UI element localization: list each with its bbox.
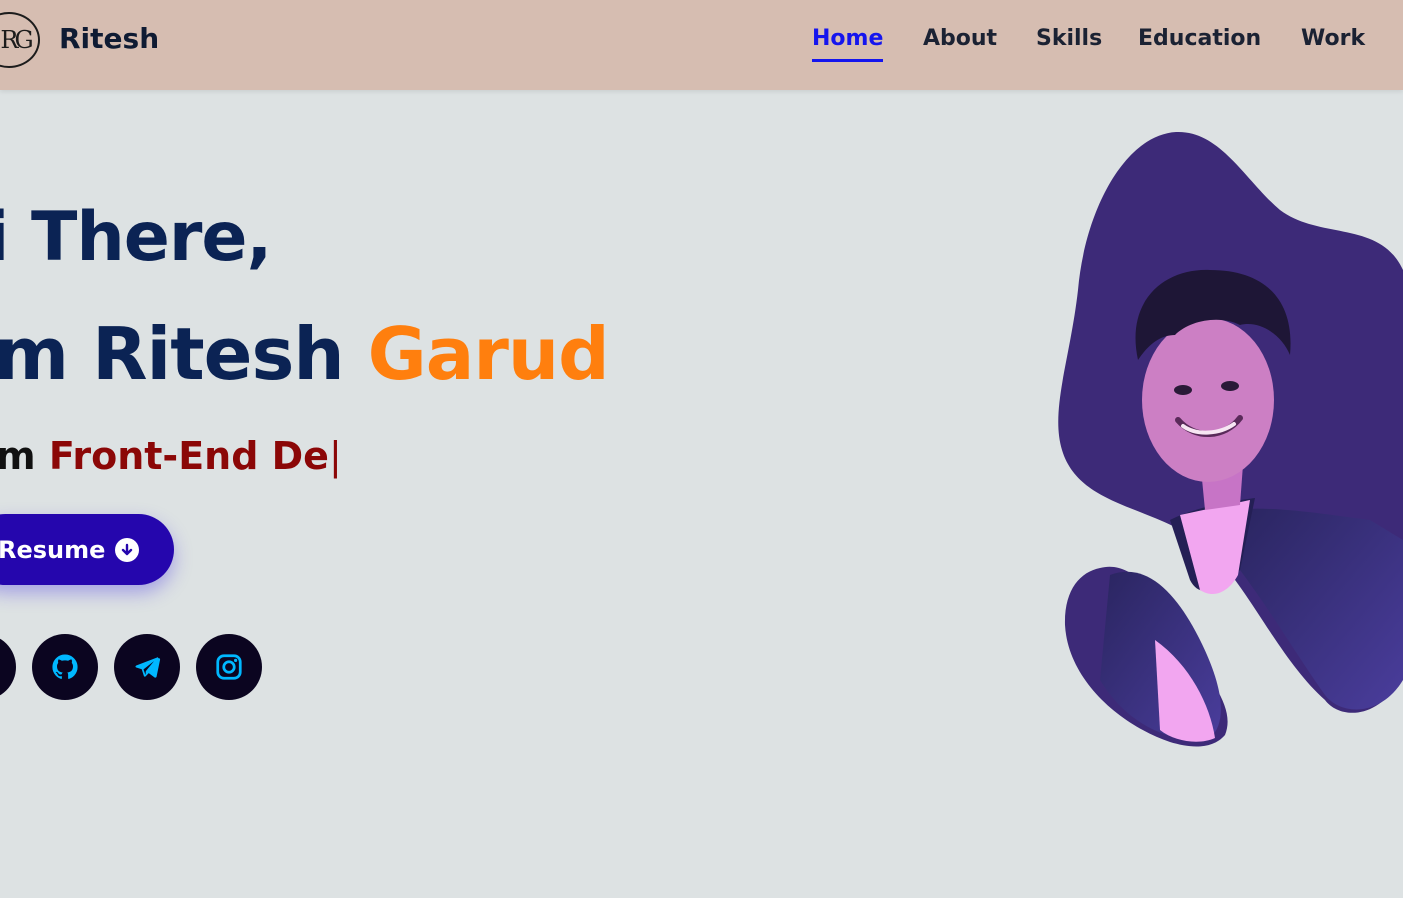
resume-label: Resume xyxy=(0,535,106,564)
instagram-icon[interactable] xyxy=(196,634,262,700)
telegram-icon[interactable] xyxy=(114,634,180,700)
top-header: RG Ritesh Home About Skills Education Wo… xyxy=(0,0,1403,90)
hero-name: m Ritesh Garud xyxy=(0,312,610,396)
typed-role-line: m Front-End De| xyxy=(0,434,342,478)
github-icon[interactable] xyxy=(32,634,98,700)
resume-button[interactable]: Resume xyxy=(0,514,174,585)
typed-role: Front-End De xyxy=(48,434,329,478)
main-nav: Home About Skills Education Work xyxy=(0,26,1403,70)
face xyxy=(1142,318,1274,482)
nav-education[interactable]: Education xyxy=(1138,26,1261,59)
download-circle-icon xyxy=(115,537,140,562)
hero-name-prefix: m Ritesh xyxy=(0,312,368,396)
nav-about[interactable]: About xyxy=(923,26,997,59)
nav-skills[interactable]: Skills xyxy=(1036,26,1102,59)
linkedin-icon[interactable] xyxy=(0,634,16,700)
hero-name-accent: Garud xyxy=(367,312,610,396)
profile-blob-image xyxy=(1040,120,1403,760)
typing-cursor: | xyxy=(328,434,342,478)
hero-greeting: i There, xyxy=(0,198,272,277)
nav-home[interactable]: Home xyxy=(812,26,884,62)
typed-prefix: m xyxy=(0,434,49,478)
nav-work[interactable]: Work xyxy=(1301,26,1365,59)
